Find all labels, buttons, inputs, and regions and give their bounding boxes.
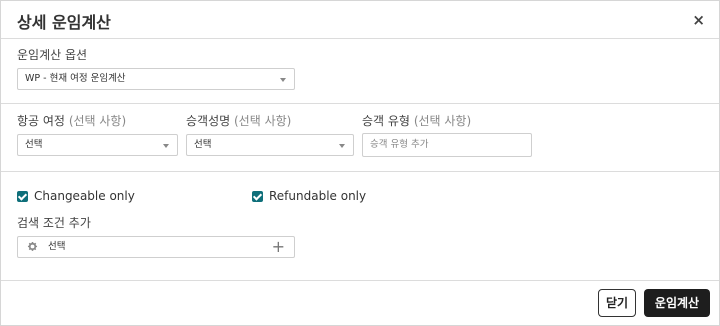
itinerary-label-text: 항공 여정	[17, 114, 65, 128]
dialog-title: 상세 운임계산	[17, 13, 111, 32]
plus-icon[interactable]: +	[272, 236, 285, 258]
checkbox-checked-icon[interactable]	[17, 190, 28, 202]
itinerary-optional-text: (선택 사항)	[68, 114, 127, 128]
checkbox-checked-icon[interactable]	[252, 190, 263, 202]
fare-option-section: 운임계산 옵션 WP - 현재 여정 운임계산	[1, 39, 719, 104]
calculate-fare-button[interactable]: 운임계산	[644, 289, 710, 317]
search-conditions-label: 검색 조건 추가	[17, 216, 91, 230]
passenger-name-select[interactable]: 선택	[186, 134, 354, 156]
changeable-only-label: Changeable only	[34, 189, 135, 203]
passenger-name-value: 선택	[194, 139, 212, 150]
passenger-name-label-text: 승객성명	[186, 114, 231, 128]
changeable-only-checkbox[interactable]: Changeable only	[17, 189, 135, 203]
passenger-type-placeholder: 승객 유형 추가	[370, 139, 429, 150]
chevron-down-icon	[339, 144, 345, 148]
fare-option-label: 운임계산 옵션	[17, 48, 88, 62]
passenger-name-label: 승객성명 (선택 사항)	[186, 112, 291, 129]
fare-calculation-dialog: 상세 운임계산 × 운임계산 옵션 WP - 현재 여정 운임계산 항공 여정 …	[0, 0, 720, 326]
passenger-type-optional-text: (선택 사항)	[413, 114, 472, 128]
passenger-name-optional-text: (선택 사항)	[234, 114, 292, 128]
dialog-header: 상세 운임계산 ×	[1, 1, 719, 39]
fare-option-select[interactable]: WP - 현재 여정 운임계산	[17, 68, 295, 90]
chevron-down-icon	[280, 78, 286, 82]
close-icon[interactable]: ×	[692, 11, 705, 29]
chevron-down-icon	[163, 144, 169, 148]
options-section: Changeable only Refundable only 검색 조건 추가…	[1, 172, 719, 281]
close-button[interactable]: 닫기	[598, 289, 636, 317]
gear-icon	[27, 241, 38, 251]
passenger-type-input[interactable]: 승객 유형 추가	[362, 133, 532, 157]
fare-option-value: WP - 현재 여정 운임계산	[25, 73, 126, 84]
refundable-only-label: Refundable only	[269, 189, 367, 203]
itinerary-select[interactable]: 선택	[17, 134, 178, 156]
search-conditions-select[interactable]: 선택 +	[17, 236, 295, 258]
search-conditions-value: 선택	[48, 241, 66, 252]
passenger-type-label-text: 승객 유형	[362, 114, 410, 128]
itinerary-label: 항공 여정 (선택 사항)	[17, 112, 126, 129]
itinerary-value: 선택	[25, 139, 43, 150]
passenger-type-label: 승객 유형 (선택 사항)	[362, 112, 471, 129]
refundable-only-checkbox[interactable]: Refundable only	[252, 189, 366, 203]
filters-section: 항공 여정 (선택 사항) 선택 승객성명 (선택 사항) 선택 승객 유형 (…	[1, 104, 719, 172]
